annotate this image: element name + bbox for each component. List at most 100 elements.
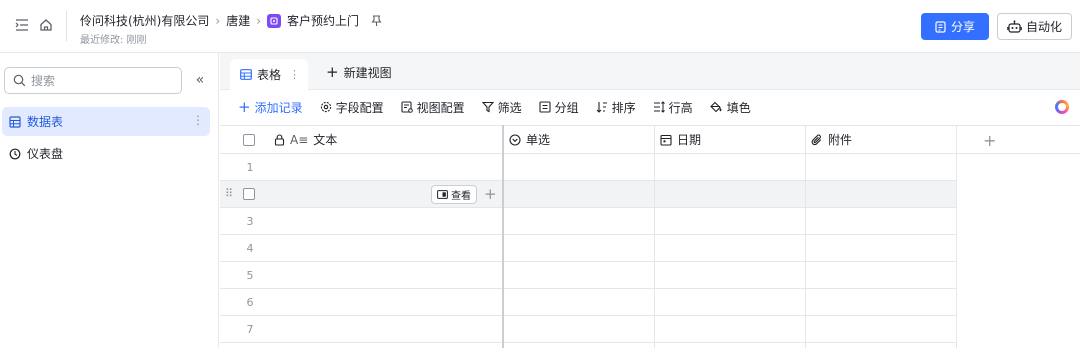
hovered-row-bg	[220, 181, 956, 208]
gear-icon	[320, 101, 332, 113]
search-placeholder: 搜索	[31, 74, 56, 88]
filter-button[interactable]: 筛选	[481, 99, 522, 116]
row-height-label: 行高	[668, 100, 693, 115]
sort-label: 排序	[611, 100, 636, 115]
sidebar: 搜索 « 数据表 ⋮ 仪表盘	[0, 53, 219, 348]
table-icon	[9, 115, 21, 128]
row-number: 4	[246, 242, 254, 255]
add-record-button[interactable]: + 添加记录	[238, 99, 303, 116]
drag-handle-icon[interactable]: ⠿	[225, 187, 233, 200]
robot-icon	[1007, 19, 1022, 34]
share-doc-icon	[935, 20, 946, 33]
share-label: 分享	[950, 20, 975, 34]
grid-line	[220, 234, 956, 235]
grid-line	[956, 125, 957, 348]
column-header-single-select[interactable]: 单选	[509, 125, 550, 154]
select-all-checkbox[interactable]	[243, 134, 255, 146]
breadcrumb-company[interactable]: 伶问科技(杭州)有限公司	[80, 12, 209, 29]
last-modified-text: 最近修改: 刚刚	[80, 35, 147, 46]
frozen-column-divider[interactable]	[502, 125, 504, 348]
grid-line	[220, 180, 956, 181]
grid-line	[654, 125, 655, 348]
grid-view-icon	[240, 69, 252, 80]
sidebar-item-label: 数据表	[27, 115, 64, 129]
field-config-button[interactable]: 字段配置	[320, 99, 384, 116]
single-select-icon	[509, 133, 521, 146]
paint-bucket-icon	[709, 101, 723, 113]
home-icon[interactable]	[38, 17, 54, 33]
grid-line	[220, 153, 1080, 154]
new-view-label: 新建视图	[343, 65, 392, 80]
add-column-icon[interactable]: +	[983, 131, 996, 150]
view-config-label: 视图配置	[416, 100, 465, 115]
attachment-icon	[811, 134, 823, 146]
sidebar-item-datatable[interactable]: 数据表 ⋮	[2, 107, 210, 136]
calendar-icon	[660, 134, 672, 146]
row-number: 3	[246, 215, 254, 228]
automation-label: 自动化	[1025, 20, 1062, 34]
sidebar-item-dashboard[interactable]: 仪表盘	[2, 139, 210, 168]
view-settings-icon	[401, 101, 413, 113]
view-config-button[interactable]: 视图配置	[401, 99, 465, 116]
fill-color-button[interactable]: 填色	[709, 99, 751, 116]
grid-line	[220, 261, 956, 262]
view-toolbar: + 添加记录 字段配置 视图配置 筛选 分组 排序 行高 填色	[238, 97, 751, 117]
collapse-sidebar-icon[interactable]: «	[192, 72, 208, 88]
plus-icon: +	[238, 98, 251, 116]
group-label: 分组	[554, 100, 579, 115]
new-view-button[interactable]: + 新建视图	[326, 62, 392, 82]
column-header-attachment[interactable]: 附件	[811, 125, 852, 154]
column-label: 附件	[828, 133, 853, 147]
app-icon	[267, 13, 282, 28]
breadcrumb-current[interactable]: 客户预约上门	[287, 12, 359, 29]
expand-icon	[437, 190, 448, 199]
grid-line	[220, 125, 1080, 126]
search-input[interactable]: 搜索	[4, 67, 182, 94]
row-number: 7	[246, 323, 254, 336]
more-options-icon[interactable]: ⋮	[192, 113, 204, 127]
sort-button[interactable]: 排序	[596, 99, 636, 116]
row-checkbox[interactable]	[243, 188, 255, 200]
row-number: 1	[246, 161, 254, 174]
view-label: 查看	[451, 191, 471, 202]
filter-icon	[481, 101, 494, 113]
field-config-label: 字段配置	[335, 100, 384, 115]
row-height-button[interactable]: 行高	[653, 99, 693, 116]
top-bar: 伶问科技(杭州)有限公司 › 唐建 › 客户预约上门 最近修改: 刚刚 分享 自…	[0, 0, 1080, 53]
expand-record-button[interactable]: 查看	[431, 185, 477, 204]
grid-line	[220, 288, 956, 289]
breadcrumb-folder[interactable]: 唐建	[226, 12, 250, 29]
column-header-text[interactable]: A≡ 文本	[274, 125, 337, 154]
search-icon	[13, 74, 26, 87]
filter-label: 筛选	[497, 100, 522, 115]
sidebar-toggle-icon[interactable]	[14, 17, 30, 33]
dashboard-icon	[9, 148, 21, 160]
group-icon	[539, 101, 551, 113]
add-record-label: 添加记录	[254, 100, 303, 115]
pin-icon[interactable]	[371, 14, 382, 27]
insert-row-icon[interactable]: +	[484, 185, 497, 203]
text-field-icon: A≡	[290, 132, 309, 147]
tab-label: 表格	[257, 68, 282, 82]
sort-icon	[596, 101, 608, 113]
row-height-icon	[653, 101, 665, 113]
plus-icon: +	[326, 63, 339, 81]
grid-line	[220, 315, 956, 316]
grid-line	[220, 342, 956, 343]
share-button[interactable]: 分享	[921, 13, 989, 40]
tab-grid-view[interactable]: 表格 ⋮	[230, 59, 308, 90]
tab-more-icon[interactable]: ⋮	[289, 68, 300, 81]
lock-icon	[274, 133, 285, 146]
grid-line	[220, 207, 956, 208]
automation-button[interactable]: 自动化	[997, 13, 1072, 40]
column-label: 文本	[313, 133, 338, 147]
chevron-right-icon: ›	[256, 13, 262, 28]
ai-assistant-icon[interactable]	[1055, 100, 1069, 114]
row-number: 6	[246, 296, 254, 309]
column-header-date[interactable]: 日期	[660, 125, 701, 154]
sidebar-item-label: 仪表盘	[27, 147, 64, 161]
grid-line	[805, 125, 806, 348]
row-number: 5	[246, 269, 254, 282]
group-button[interactable]: 分组	[539, 99, 579, 116]
column-label: 单选	[526, 133, 551, 147]
